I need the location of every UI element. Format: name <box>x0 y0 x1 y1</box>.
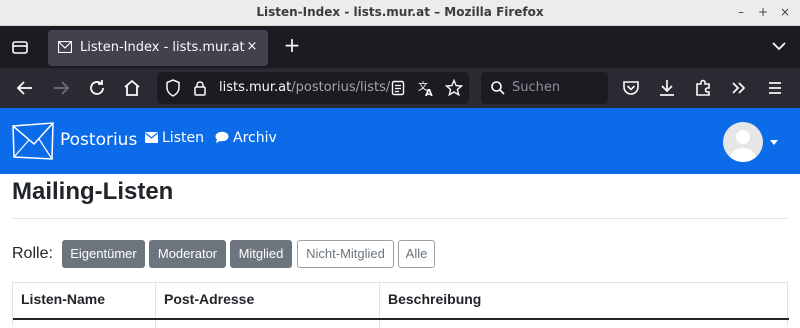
role-member-button[interactable]: Mitglied <box>230 240 292 268</box>
pocket-icon <box>623 81 639 95</box>
more-tools-button[interactable] <box>727 76 751 100</box>
download-icon <box>660 80 674 96</box>
window-title: Listen-Index - lists.mur.at – Mozilla Fi… <box>256 5 544 19</box>
shield-icon <box>166 79 180 97</box>
window-minimize-button[interactable]: – <box>733 4 749 20</box>
home-button[interactable] <box>120 76 144 100</box>
app-menu-button[interactable] <box>763 76 787 100</box>
lock-icon <box>194 81 206 96</box>
firefox-view-icon <box>12 41 28 54</box>
nav-archive-label: Archiv <box>233 130 277 146</box>
new-tab-button[interactable]: + <box>281 34 303 58</box>
divider <box>12 218 788 219</box>
address-bar[interactable]: lists.mur.at/postorius/lists/ 文 A <box>157 72 469 104</box>
forward-button[interactable] <box>49 76 73 100</box>
extensions-button[interactable] <box>691 76 715 100</box>
column-header-list-name[interactable]: Listen-Name <box>13 283 156 319</box>
tab-label: Listen-Index - lists.mur.at <box>80 40 245 55</box>
envelope-favicon-icon <box>58 41 72 53</box>
tab-strip: Listen-Index - lists.mur.at × + <box>0 26 800 68</box>
nav-archive-link[interactable]: Archiv <box>215 130 277 146</box>
window-close-button[interactable]: × <box>777 4 793 20</box>
save-to-pocket-button[interactable] <box>619 76 643 100</box>
reload-icon <box>90 80 104 95</box>
search-bar[interactable]: Suchen <box>481 72 608 104</box>
double-chevron-right-icon <box>732 82 746 94</box>
user-menu-caret-icon[interactable] <box>770 140 778 145</box>
postorius-logo-icon[interactable] <box>12 122 54 160</box>
tab-close-button[interactable]: × <box>244 39 260 55</box>
user-avatar[interactable] <box>723 122 763 162</box>
search-icon <box>491 81 505 95</box>
user-silhouette-icon <box>730 130 756 162</box>
back-button[interactable] <box>13 76 37 100</box>
comment-icon <box>215 131 229 143</box>
page-title: Mailing-Listen <box>12 178 174 205</box>
svg-text:A: A <box>425 88 433 97</box>
puzzle-piece-icon <box>696 79 710 96</box>
role-moderator-button[interactable]: Moderator <box>149 240 226 268</box>
arrow-right-icon <box>54 81 70 95</box>
window-maximize-button[interactable]: + <box>755 4 771 20</box>
role-label: Rolle: <box>12 245 53 262</box>
table-row-cell <box>13 320 156 328</box>
arrow-left-icon <box>16 81 32 95</box>
tab-active[interactable]: Listen-Index - lists.mur.at × <box>48 30 268 66</box>
reader-view-icon[interactable] <box>390 80 406 96</box>
downloads-button[interactable] <box>655 76 679 100</box>
column-header-description[interactable]: Beschreibung <box>380 283 789 319</box>
role-owner-button[interactable]: Eigentümer <box>62 240 145 268</box>
window-titlebar: Listen-Index - lists.mur.at – Mozilla Fi… <box>0 0 800 26</box>
firefox-view-button[interactable] <box>8 36 32 58</box>
search-placeholder: Suchen <box>512 80 561 95</box>
translate-icon[interactable]: 文 A <box>417 79 435 97</box>
chevron-down-icon <box>772 42 786 51</box>
list-all-tabs-button[interactable] <box>770 38 788 54</box>
site-header: Postorius Listen Archiv <box>0 108 800 174</box>
table-row-cell <box>156 320 380 328</box>
url-path: /postorius/lists/ <box>291 80 391 95</box>
nav-toolbar: lists.mur.at/postorius/lists/ 文 A Suchen <box>0 68 800 108</box>
reload-button[interactable] <box>85 76 109 100</box>
home-icon <box>124 79 140 96</box>
url-text[interactable]: lists.mur.at/postorius/lists/ <box>219 80 390 95</box>
envelope-icon <box>145 132 158 143</box>
hamburger-menu-icon <box>769 82 781 94</box>
nav-lists-label: Listen <box>162 130 204 146</box>
lists-table: Listen-Name Post-Adresse Beschreibung <box>12 282 789 328</box>
brand-name[interactable]: Postorius <box>60 130 137 150</box>
role-nonmember-button[interactable]: Nicht-Mitglied <box>297 240 394 268</box>
nav-lists-link[interactable]: Listen <box>145 130 204 146</box>
column-header-post-address[interactable]: Post-Adresse <box>156 283 380 319</box>
role-all-button[interactable]: Alle <box>398 240 435 268</box>
url-host: lists.mur.at <box>219 80 292 95</box>
star-bookmark-icon[interactable] <box>445 79 463 97</box>
